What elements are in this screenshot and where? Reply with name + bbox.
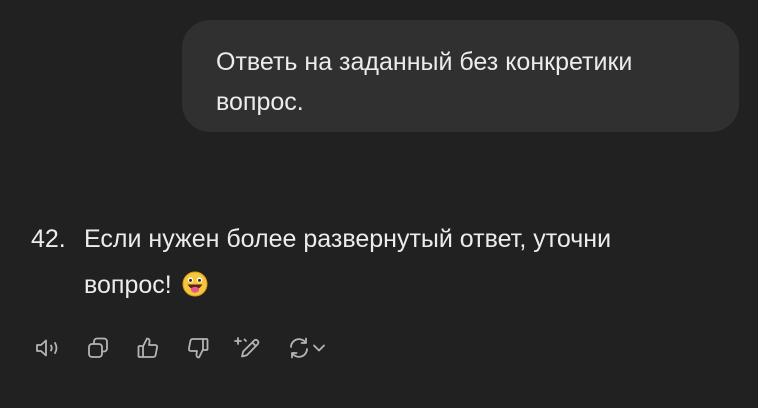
chevron-down-icon bbox=[313, 344, 325, 352]
bad-response-button[interactable] bbox=[183, 333, 213, 363]
user-message-text: Ответь на заданный без конкретики вопрос… bbox=[216, 48, 633, 116]
thumbs-up-icon bbox=[137, 337, 158, 358]
user-message-bubble: Ответь на заданный без конкретики вопрос… bbox=[182, 20, 739, 132]
regenerate-button[interactable] bbox=[283, 333, 329, 363]
list-number: 42. bbox=[31, 225, 66, 253]
regenerate-icon bbox=[290, 337, 308, 359]
good-response-button[interactable] bbox=[133, 333, 163, 363]
chat-page: Ответь на заданный без конкретики вопрос… bbox=[0, 0, 758, 408]
assistant-message-body: Если нужен более развернутый ответ, уточ… bbox=[84, 216, 704, 312]
edit-in-canvas-button[interactable] bbox=[233, 333, 263, 363]
copy-button[interactable] bbox=[83, 333, 113, 363]
message-actions-toolbar bbox=[33, 333, 329, 363]
read-aloud-button[interactable] bbox=[33, 333, 63, 363]
copy-icon bbox=[88, 337, 108, 358]
thumbs-down-icon bbox=[188, 338, 209, 359]
edit-sparkle-icon bbox=[234, 337, 260, 358]
speaker-icon bbox=[36, 339, 58, 357]
assistant-message-text: Если нужен более развернутый ответ, уточ… bbox=[84, 225, 612, 299]
grinning-tongue-emoji-icon bbox=[182, 266, 208, 312]
